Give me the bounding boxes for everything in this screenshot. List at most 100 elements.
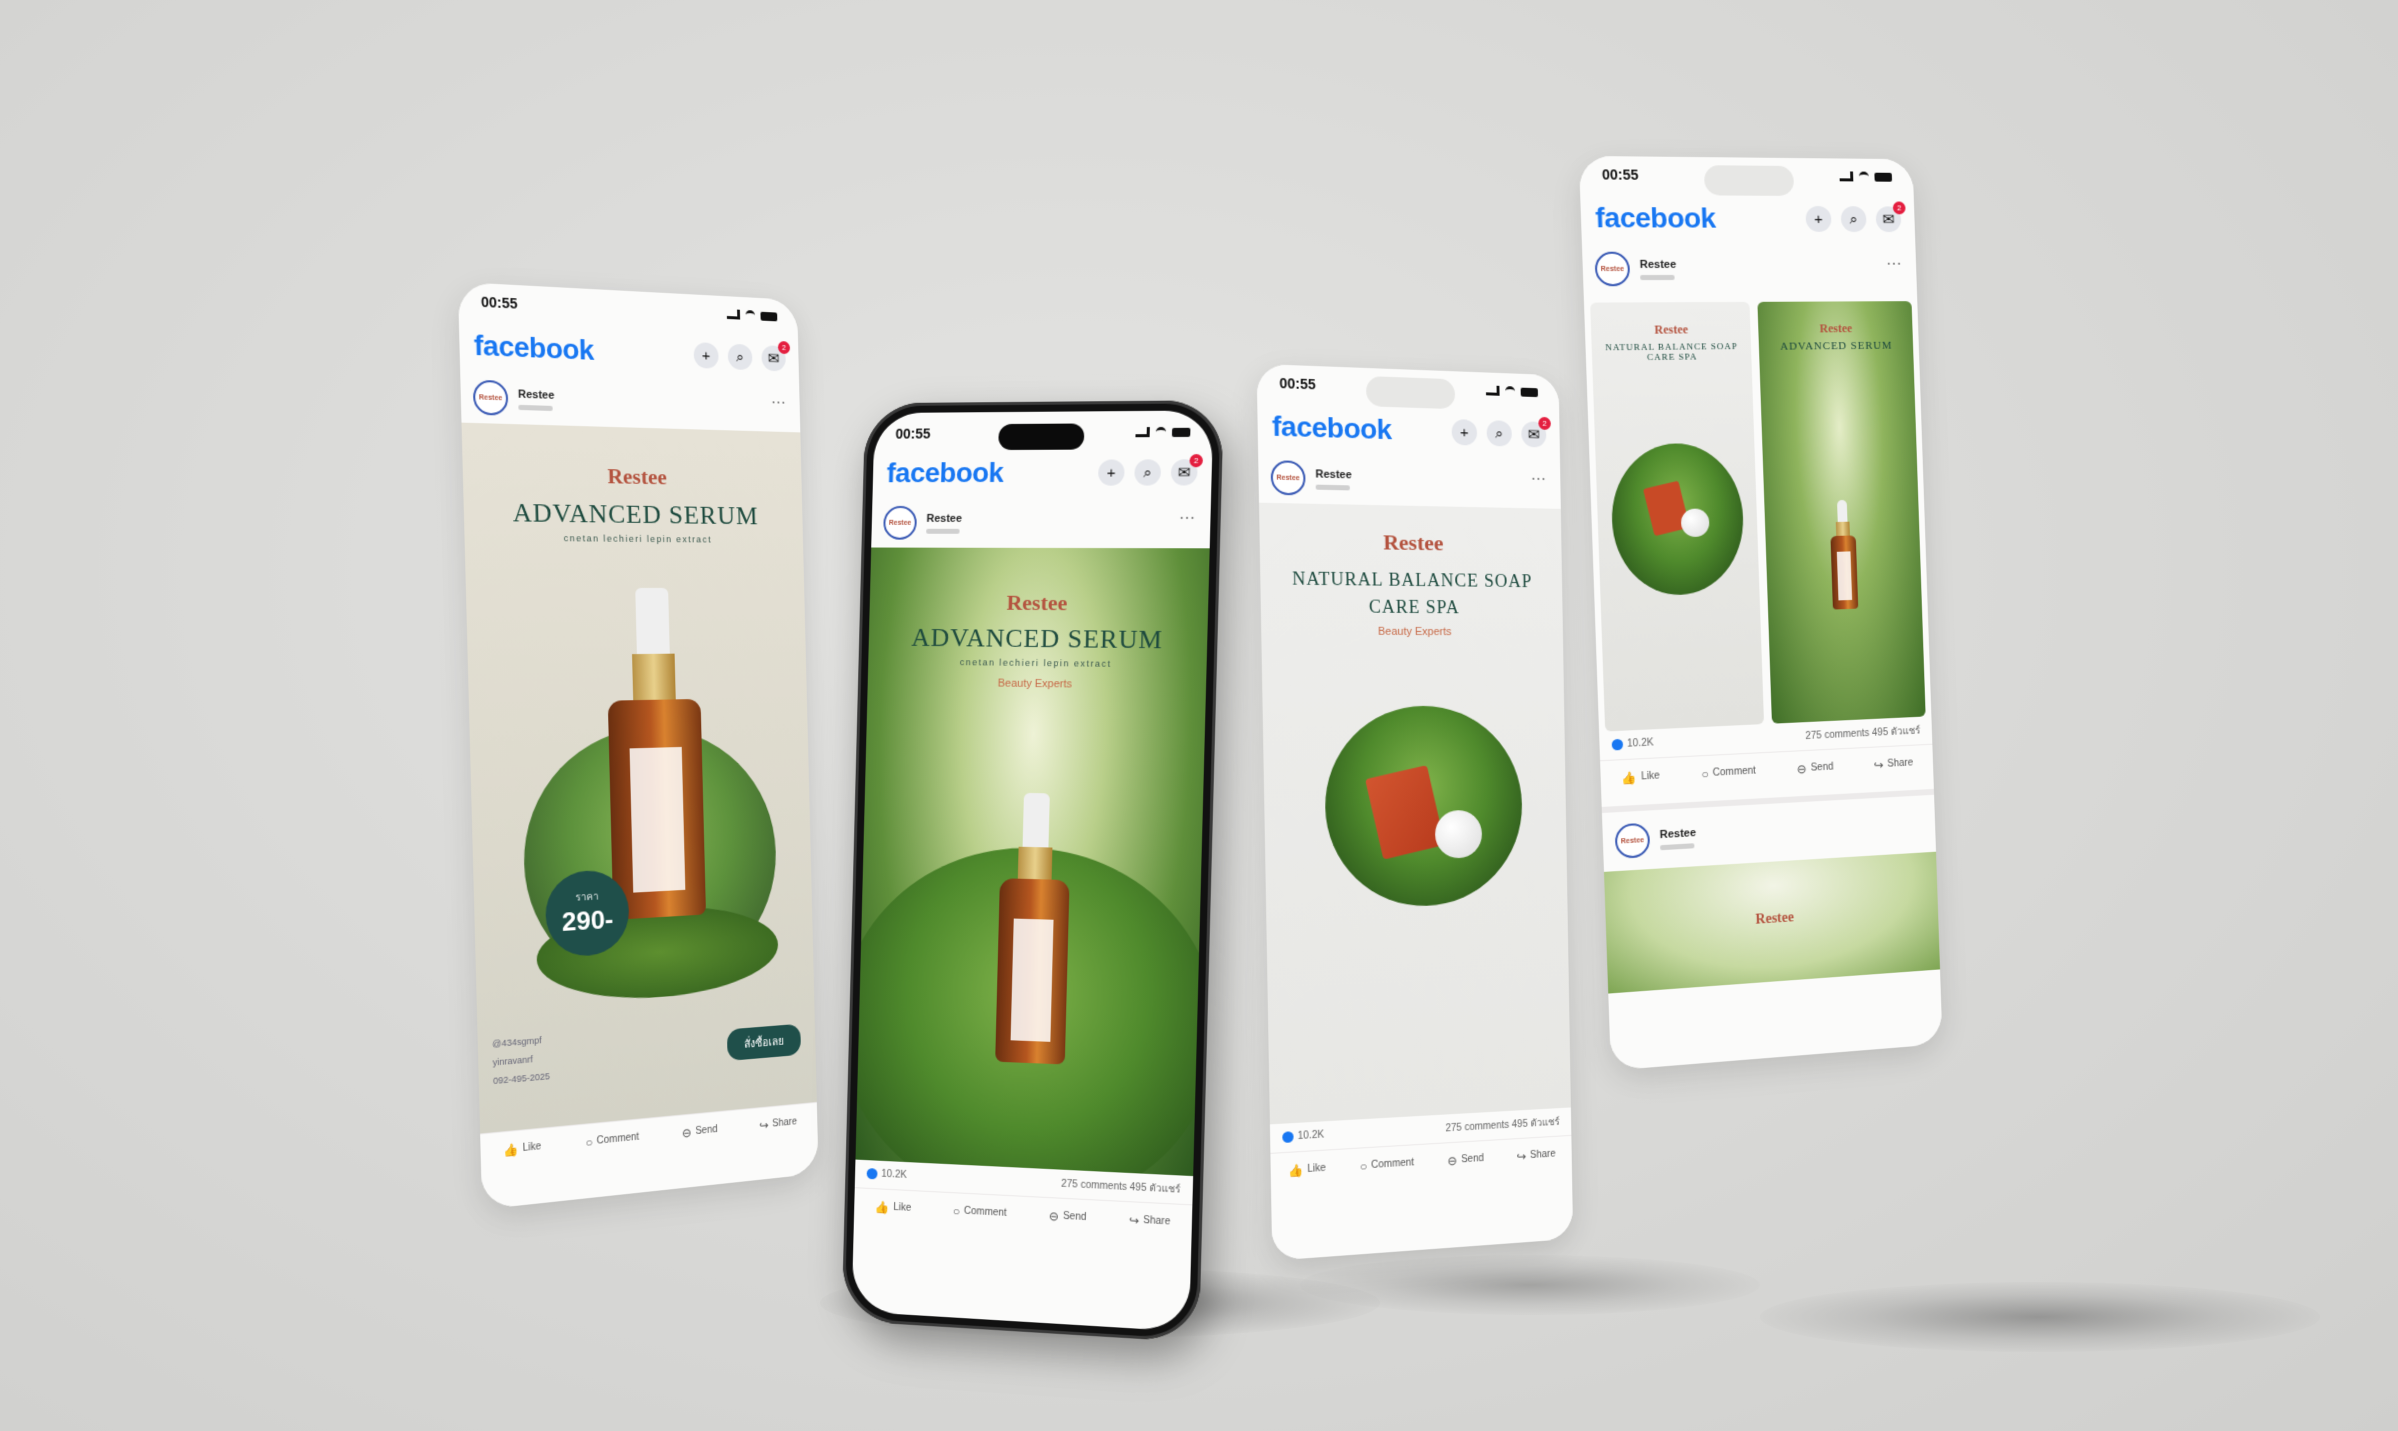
avatar[interactable]: Restee xyxy=(472,379,509,416)
more-options-icon[interactable]: ⋯ xyxy=(1886,254,1903,274)
page-name[interactable]: Restee xyxy=(1315,468,1351,481)
send-button[interactable]: ⊖ Send xyxy=(682,1123,718,1140)
messenger-icon[interactable]: ✉ 2 xyxy=(1521,416,1551,448)
order-button[interactable]: สั่งซื้อเลย xyxy=(726,1023,802,1062)
comment-icon: ○ xyxy=(585,1134,593,1150)
post-image-serum[interactable]: Restee ADVANCED SERUM cnetan lechieri le… xyxy=(461,422,817,1134)
carousel-card-soap[interactable]: Restee NATURAL BALANCE SOAP CARE SPA xyxy=(1590,301,1765,732)
comment-count[interactable]: 275 comments xyxy=(1445,1119,1509,1134)
page-name[interactable]: Restee xyxy=(1640,258,1677,270)
ad-title: ADVANCED SERUM xyxy=(911,622,1164,655)
like-count[interactable]: 10.2K xyxy=(866,1168,907,1182)
more-options-icon[interactable]: ⋯ xyxy=(1531,469,1548,489)
avatar[interactable]: Restee xyxy=(1594,251,1631,287)
post-image-serum[interactable]: Restee ADVANCED SERUM cnetan lechieri le… xyxy=(855,547,1210,1177)
share-button[interactable]: ↪ Share xyxy=(1874,756,1914,771)
plus-icon[interactable]: + xyxy=(1451,419,1478,446)
share-count[interactable]: 495 ตัวแชร์ xyxy=(1872,725,1921,738)
comment-button[interactable]: ○ Comment xyxy=(953,1204,1007,1221)
facebook-logo[interactable]: facebook xyxy=(473,329,594,367)
post-meta xyxy=(1640,274,1675,280)
share-label: Share xyxy=(1143,1215,1171,1228)
thumbs-up-icon: 👍 xyxy=(874,1199,890,1215)
avatar[interactable]: Restee xyxy=(1270,460,1306,496)
battery-icon xyxy=(760,311,778,321)
plus-icon[interactable]: + xyxy=(693,342,719,369)
ad-brand: Restee xyxy=(1654,322,1689,337)
ad-title-line2: CARE SPA xyxy=(1368,596,1460,618)
like-count[interactable]: 10.2K xyxy=(1611,738,1654,751)
messenger-icon[interactable]: ✉ 2 xyxy=(761,340,791,372)
ad-brand: Restee xyxy=(1006,589,1068,616)
send-icon: ⊖ xyxy=(1048,1208,1060,1224)
notification-badge: 2 xyxy=(777,340,791,355)
comment-label: Comment xyxy=(1371,1157,1415,1171)
post-header: Restee Restee ⋯ xyxy=(1582,244,1917,295)
like-count-value: 10.2K xyxy=(881,1169,907,1182)
comment-button[interactable]: ○ Comment xyxy=(1360,1156,1414,1173)
serum-bottle xyxy=(1829,499,1859,610)
share-count[interactable]: 495 ตัวแชร์ xyxy=(1512,1116,1560,1130)
price-label: ราคา xyxy=(575,891,599,904)
like-count[interactable]: 10.2K xyxy=(1282,1130,1324,1144)
page-name[interactable]: Restee xyxy=(518,388,555,401)
avatar[interactable]: Restee xyxy=(883,505,918,540)
send-button[interactable]: ⊖ Send xyxy=(1049,1209,1087,1225)
phone-screen-center: 00:55 facebook + ⌕ ✉ 2 Restee Restee ⋯ Re… xyxy=(841,400,1224,1343)
signal-icon xyxy=(726,309,741,320)
comment-icon: ○ xyxy=(1359,1158,1368,1174)
search-icon[interactable]: ⌕ xyxy=(1134,459,1162,486)
ad-title-line1: NATURAL BALANCE SOAP xyxy=(1292,568,1533,592)
ad-title: ADVANCED SERUM xyxy=(1779,339,1893,353)
comment-count[interactable]: 275 comments xyxy=(1061,1178,1127,1192)
share-button[interactable]: ↪ Share xyxy=(1516,1147,1555,1164)
page-name[interactable]: Restee xyxy=(926,512,962,524)
share-count[interactable]: 495 ตัวแชร์ xyxy=(1130,1182,1181,1196)
post-image-soap[interactable]: Restee NATURAL BALANCE SOAP CARE SPA Bea… xyxy=(1259,502,1571,1125)
search-icon[interactable]: ⌕ xyxy=(727,343,753,371)
phone-screen-soap: 00:55 facebook + ⌕ ✉ 2 Restee Restee ⋯ Re… xyxy=(1256,363,1574,1261)
facebook-header: facebook + ⌕ ✉ 2 xyxy=(1580,193,1915,244)
avatar[interactable]: Restee xyxy=(1614,822,1651,859)
share-icon: ↪ xyxy=(1516,1148,1527,1164)
post-image-preview[interactable]: Restee xyxy=(1603,851,1941,994)
signal-icon xyxy=(1485,385,1500,396)
carousel-card-serum[interactable]: Restee ADVANCED SERUM xyxy=(1757,301,1926,724)
more-options-icon[interactable]: ⋯ xyxy=(771,392,787,412)
comment-label: Comment xyxy=(963,1205,1007,1219)
status-time: 00:55 xyxy=(1279,374,1316,393)
like-button[interactable]: 👍 Like xyxy=(503,1140,541,1157)
search-icon[interactable]: ⌕ xyxy=(1840,206,1867,233)
like-button[interactable]: 👍 Like xyxy=(1288,1161,1326,1178)
comment-button[interactable]: ○ Comment xyxy=(585,1130,639,1150)
messenger-icon[interactable]: ✉ 2 xyxy=(1170,454,1204,486)
facebook-logo[interactable]: facebook xyxy=(886,457,1004,489)
send-button[interactable]: ⊖ Send xyxy=(1447,1152,1484,1168)
comment-icon: ○ xyxy=(952,1203,961,1218)
plus-icon[interactable]: + xyxy=(1097,459,1125,486)
plus-icon[interactable]: + xyxy=(1805,205,1832,232)
share-button[interactable]: ↪ Share xyxy=(759,1115,797,1132)
like-reaction-icon xyxy=(1282,1131,1294,1144)
share-button[interactable]: ↪ Share xyxy=(1129,1213,1171,1229)
facebook-header: facebook + ⌕ ✉ 2 xyxy=(872,447,1212,498)
facebook-logo[interactable]: facebook xyxy=(1272,410,1392,446)
facebook-logo[interactable]: facebook xyxy=(1595,202,1716,235)
comment-count[interactable]: 275 comments xyxy=(1805,728,1869,742)
comment-label: Comment xyxy=(1712,765,1757,779)
like-label: Like xyxy=(1307,1162,1326,1176)
signal-icon xyxy=(1839,171,1854,182)
more-options-icon[interactable]: ⋯ xyxy=(1179,508,1197,528)
messenger-icon[interactable]: ✉ 2 xyxy=(1875,201,1906,233)
like-button[interactable]: 👍 Like xyxy=(1622,769,1660,785)
search-icon[interactable]: ⌕ xyxy=(1486,420,1513,447)
ad-brand: Restee xyxy=(1382,529,1444,556)
ad-tagline: Beauty Experts xyxy=(1377,625,1452,639)
phone-shadow xyxy=(1760,1282,2320,1352)
page-name[interactable]: Restee xyxy=(1659,827,1696,841)
comment-button[interactable]: ○ Comment xyxy=(1701,764,1756,781)
like-button[interactable]: 👍 Like xyxy=(875,1200,912,1216)
share-icon: ↪ xyxy=(1128,1212,1140,1228)
carousel[interactable]: Restee NATURAL BALANCE SOAP CARE SPA Res… xyxy=(1584,293,1932,732)
send-button[interactable]: ⊖ Send xyxy=(1797,760,1834,775)
